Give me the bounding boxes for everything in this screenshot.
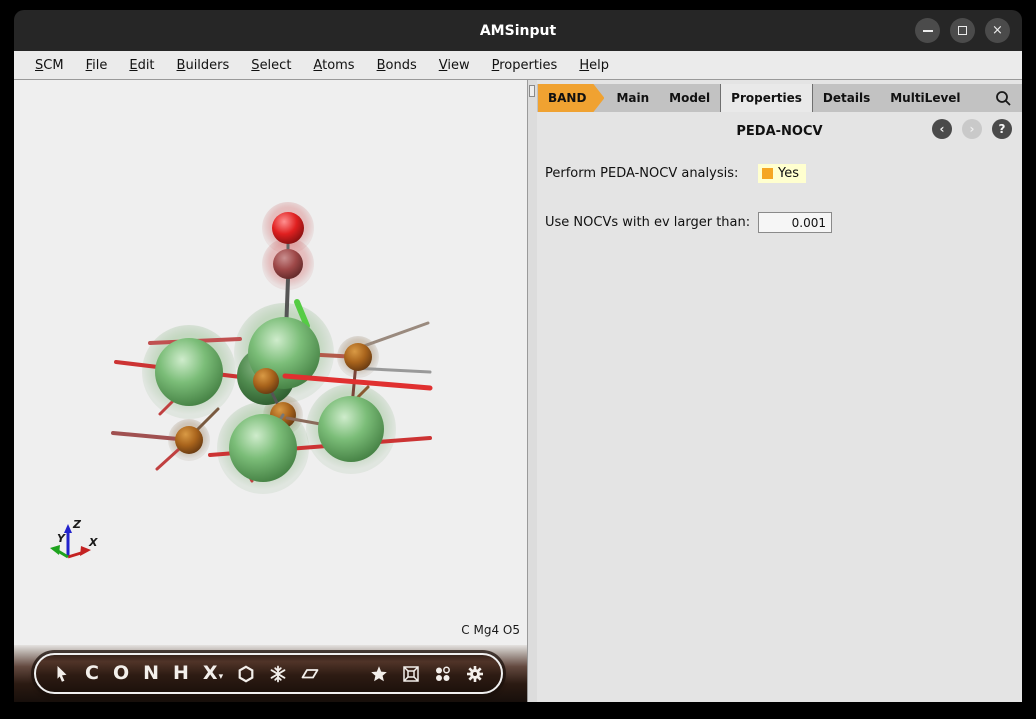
window-controls: × — [915, 18, 1010, 43]
menu-help[interactable]: Help — [568, 58, 620, 73]
y-arrowhead-icon — [50, 545, 60, 555]
hexagon-icon — [237, 665, 255, 683]
dots-icon — [434, 665, 452, 683]
element-n-button[interactable]: N — [143, 664, 159, 683]
tab-properties[interactable]: Properties — [720, 84, 813, 112]
menu-bonds[interactable]: Bonds — [366, 58, 428, 73]
gear-icon — [466, 665, 484, 683]
dropdown-caret-icon: ▾ — [219, 673, 224, 682]
star-icon — [370, 665, 388, 683]
favorites-tool[interactable] — [370, 665, 388, 683]
titlebar[interactable]: AMSinput × — [14, 10, 1022, 51]
tab-main[interactable]: Main — [606, 84, 659, 112]
minimize-icon — [923, 30, 933, 32]
menu-select[interactable]: Select — [240, 58, 302, 73]
element-h-button[interactable]: H — [173, 664, 189, 683]
atom-c[interactable] — [273, 249, 303, 279]
chemical-formula: C Mg4 O5 — [461, 623, 520, 637]
menu-builders[interactable]: Builders — [166, 58, 241, 73]
menu-file[interactable]: File — [75, 58, 119, 73]
viewer-toolbar: CONH X▾ — [34, 653, 503, 694]
field-row-nocv-ev: Use NOCVs with ev larger than: — [545, 212, 1014, 233]
screen: AMSinput × SCMFileEditBuildersSelectAtom… — [0, 0, 1036, 719]
atom-o[interactable] — [175, 426, 203, 454]
nocv-ev-input[interactable] — [758, 212, 832, 233]
help-button[interactable]: ? — [992, 119, 1012, 139]
search-icon — [994, 89, 1012, 107]
option-value-label: Yes — [778, 166, 799, 181]
field-row-peda-analysis: Perform PEDA-NOCV analysis: Yes — [545, 164, 1014, 183]
window-title: AMSinput — [480, 23, 556, 39]
atom-mg[interactable] — [229, 414, 297, 482]
menubar: SCMFileEditBuildersSelectAtomsBondsViewP… — [14, 51, 1022, 79]
axis-indicator: Z Y X — [45, 516, 115, 571]
box-icon — [402, 665, 420, 683]
plane-tool[interactable] — [301, 665, 319, 683]
settings-tool[interactable] — [466, 665, 484, 683]
molecule-viewer[interactable]: Z Y X C Mg4 O5 CONHX▾ — [14, 79, 528, 702]
maximize-button[interactable] — [950, 18, 975, 43]
tool-dock: CONH X▾ — [14, 645, 527, 702]
forward-button: › — [962, 119, 982, 139]
atom-o[interactable] — [253, 368, 279, 394]
element-x-button[interactable]: X▾ — [203, 664, 223, 683]
element-o-button[interactable]: O — [113, 664, 129, 683]
main-content: Z Y X C Mg4 O5 CONHX▾ BAND MainModelProp… — [14, 79, 1022, 702]
z-arrowhead-icon — [64, 524, 72, 533]
band-menu-tab[interactable]: BAND — [538, 84, 604, 112]
menu-view[interactable]: View — [428, 58, 481, 73]
minimize-button[interactable] — [915, 18, 940, 43]
maximize-icon — [958, 26, 967, 35]
peda-analysis-select[interactable]: Yes — [758, 164, 806, 183]
x-axis-label: X — [88, 536, 98, 549]
atom-o[interactable] — [344, 343, 372, 371]
unit-cell-tool[interactable] — [402, 665, 420, 683]
splitter-handle-icon[interactable] — [529, 85, 535, 97]
y-axis-label: Y — [57, 532, 66, 545]
field-label: Perform PEDA-NOCV analysis: — [545, 166, 758, 181]
atom-o[interactable] — [272, 212, 304, 244]
panel-nav: ‹ › ? — [932, 119, 1012, 139]
snowflake-icon — [269, 665, 287, 683]
field-label: Use NOCVs with ev larger than: — [545, 215, 758, 230]
crystal-tool[interactable] — [269, 665, 287, 683]
tabbar: BAND MainModelPropertiesDetailsMultiLeve… — [537, 84, 1022, 112]
search-button[interactable] — [994, 84, 1022, 112]
tab-list: MainModelPropertiesDetailsMultiLevel — [606, 84, 970, 112]
back-button[interactable]: ‹ — [932, 119, 952, 139]
molecule-tool[interactable] — [434, 665, 452, 683]
option-swatch-icon — [762, 168, 773, 179]
z-axis-label: Z — [72, 518, 82, 531]
element-c-button[interactable]: C — [85, 664, 99, 683]
pointer-tool[interactable] — [53, 665, 71, 683]
atom-mg[interactable] — [155, 338, 223, 406]
tab-multilevel[interactable]: MultiLevel — [880, 84, 970, 112]
tab-model[interactable]: Model — [659, 84, 720, 112]
atom-mg[interactable] — [318, 396, 384, 462]
menu-atoms[interactable]: Atoms — [302, 58, 365, 73]
panel-splitter[interactable] — [528, 79, 537, 702]
parallelogram-icon — [301, 665, 319, 683]
pointer-icon — [53, 665, 71, 683]
x-axis — [68, 553, 81, 557]
menu-edit[interactable]: Edit — [118, 58, 165, 73]
menu-scm[interactable]: SCM — [24, 58, 75, 73]
amsinput-window: AMSinput × SCMFileEditBuildersSelectAtom… — [14, 10, 1022, 702]
close-button[interactable]: × — [985, 18, 1010, 43]
menu-properties[interactable]: Properties — [481, 58, 569, 73]
tab-details[interactable]: Details — [813, 84, 880, 112]
ring-tool[interactable] — [237, 665, 255, 683]
settings-panel: BAND MainModelPropertiesDetailsMultiLeve… — [537, 79, 1022, 702]
